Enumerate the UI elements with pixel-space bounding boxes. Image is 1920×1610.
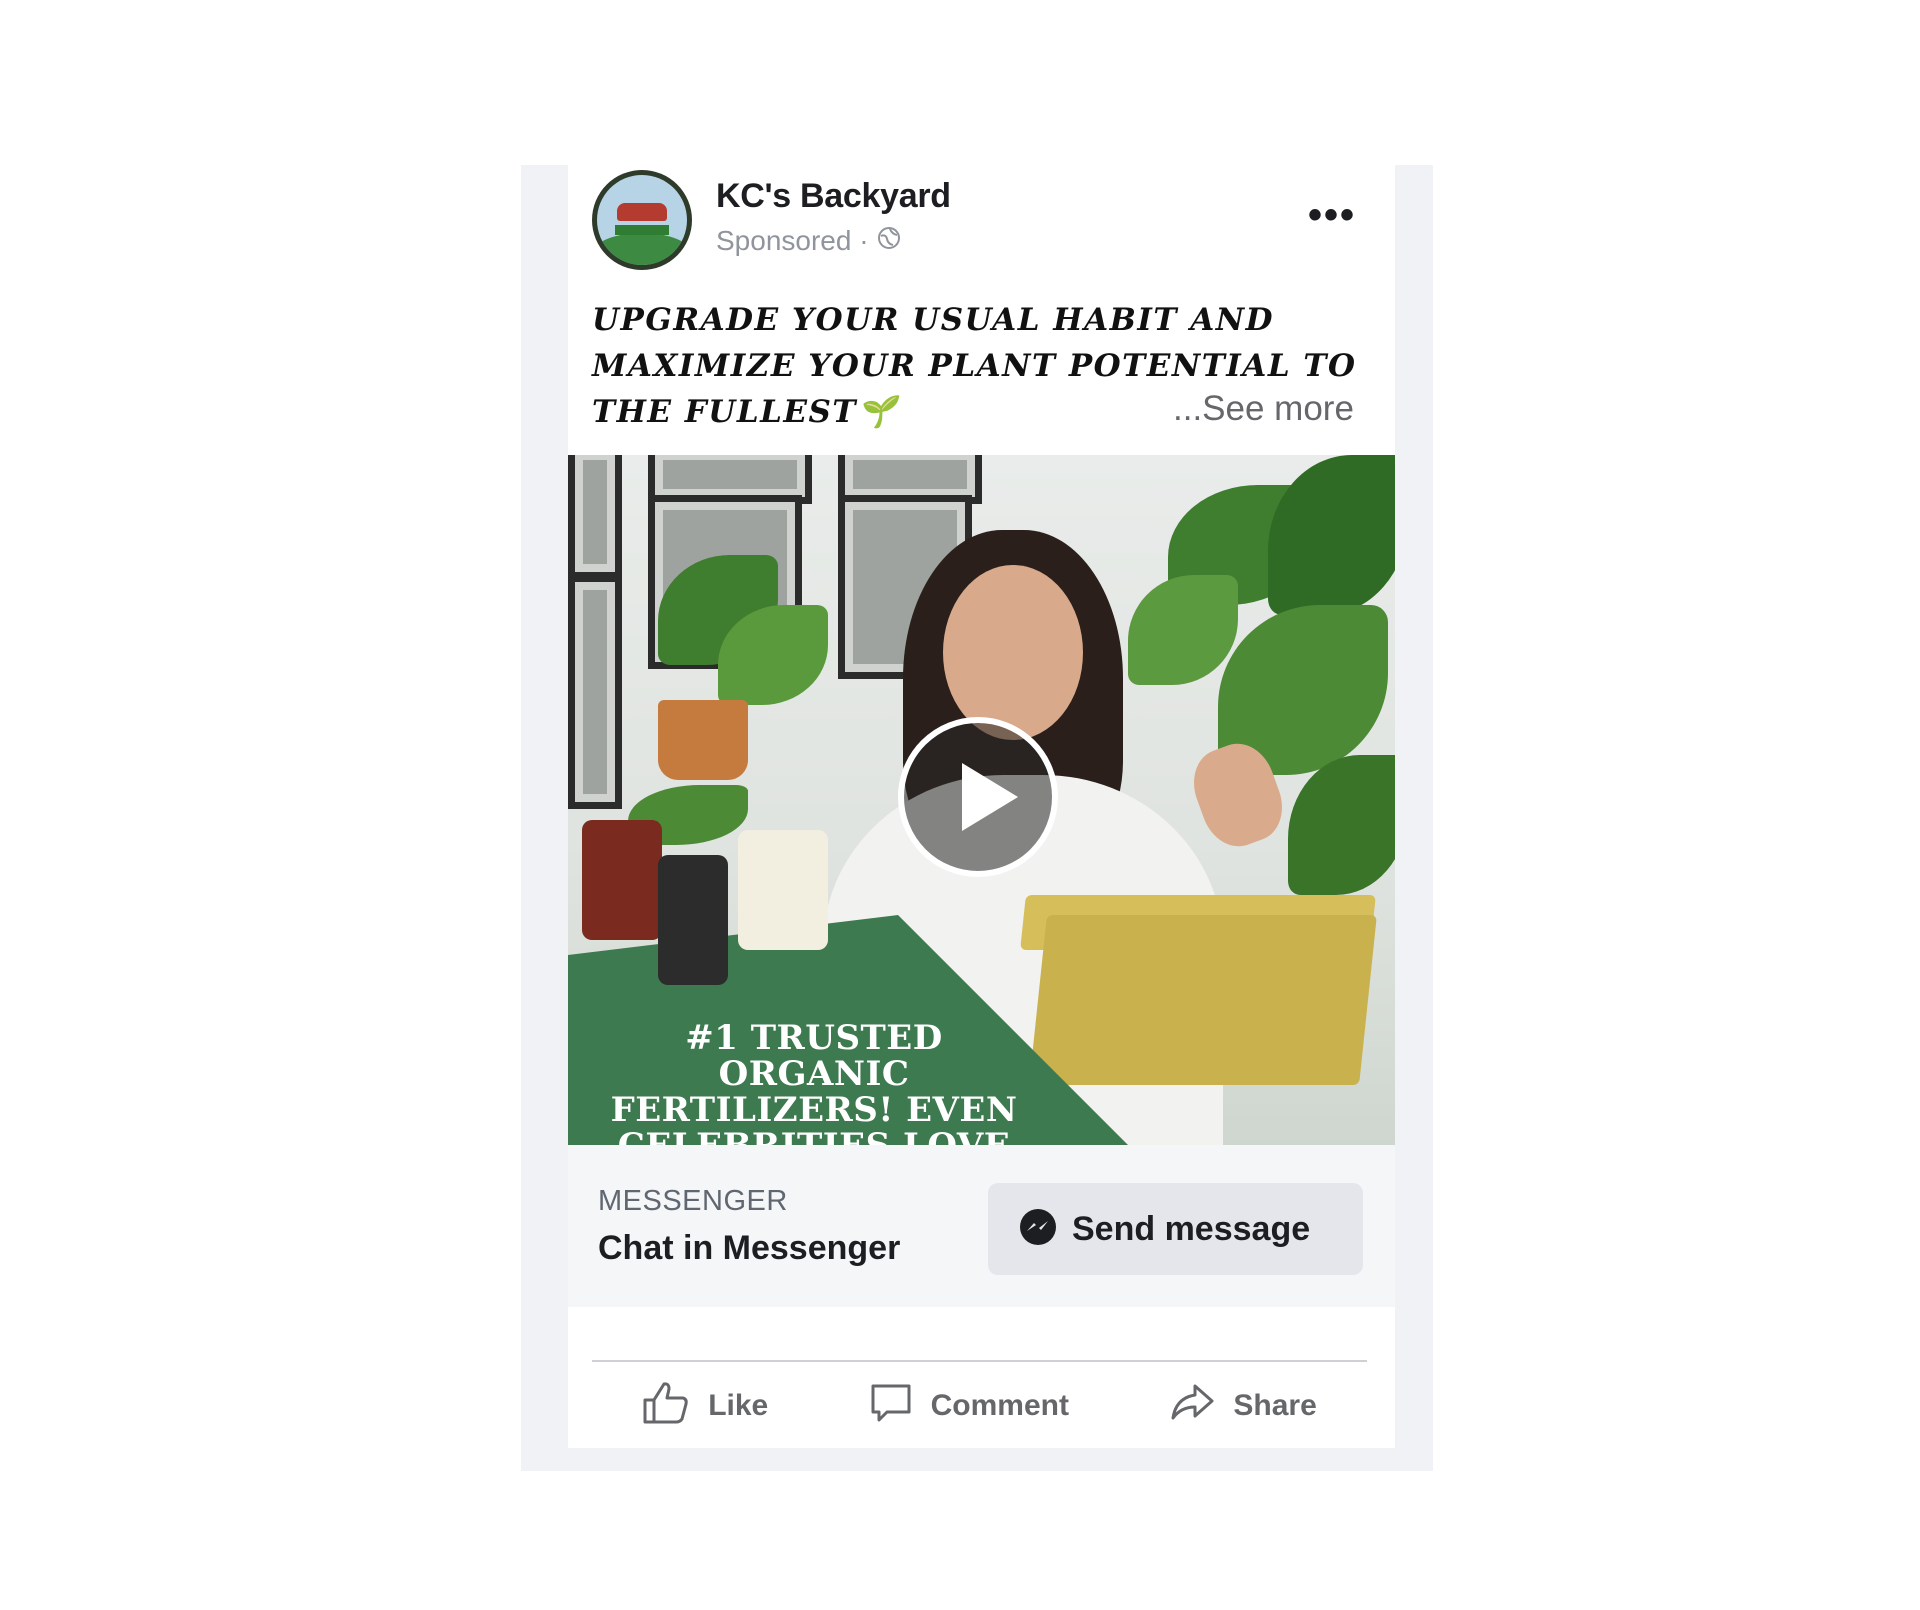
like-label: Like: [708, 1388, 769, 1422]
comment-button[interactable]: Comment: [869, 1380, 1069, 1432]
share-label: Share: [1233, 1388, 1317, 1422]
post-meta: Sponsored ·: [716, 225, 901, 257]
comment-label: Comment: [930, 1388, 1069, 1422]
comment-icon: [869, 1380, 931, 1432]
ad-video[interactable]: #1 TRUSTED ORGANIC FERTILIZERS! EVEN CEL…: [568, 455, 1395, 1145]
see-more-link[interactable]: ...See more: [1173, 389, 1354, 429]
promo-text: #1 TRUSTED ORGANIC FERTILIZERS! EVEN CEL…: [610, 1018, 1018, 1145]
thumbs-up-icon: [642, 1380, 708, 1432]
like-button[interactable]: Like: [642, 1380, 768, 1432]
share-button[interactable]: Share: [1169, 1382, 1317, 1430]
cta-title: Chat in Messenger: [598, 1229, 901, 1267]
page-logo: [597, 175, 687, 265]
send-message-label: Send message: [1072, 1209, 1311, 1248]
play-icon[interactable]: [898, 717, 1058, 877]
globe-icon: [877, 225, 901, 257]
send-message-button[interactable]: Send message: [988, 1183, 1363, 1275]
page-name[interactable]: KC's Backyard: [716, 177, 951, 216]
post-actions: Like Comment Share: [592, 1363, 1367, 1448]
more-horizontal-icon[interactable]: •••: [1308, 195, 1356, 235]
messenger-icon: [1018, 1207, 1058, 1252]
cta-source: MESSENGER: [598, 1185, 788, 1217]
sponsored-post-card: KC's Backyard Sponsored · ••• UPGRADE YO…: [568, 165, 1395, 1448]
share-icon: [1169, 1382, 1233, 1430]
sponsored-label[interactable]: Sponsored ·: [716, 225, 869, 257]
page-avatar[interactable]: [592, 170, 692, 270]
actions-divider: [592, 1360, 1367, 1362]
cta-bar: MESSENGER Chat in Messenger Send message: [568, 1145, 1395, 1307]
